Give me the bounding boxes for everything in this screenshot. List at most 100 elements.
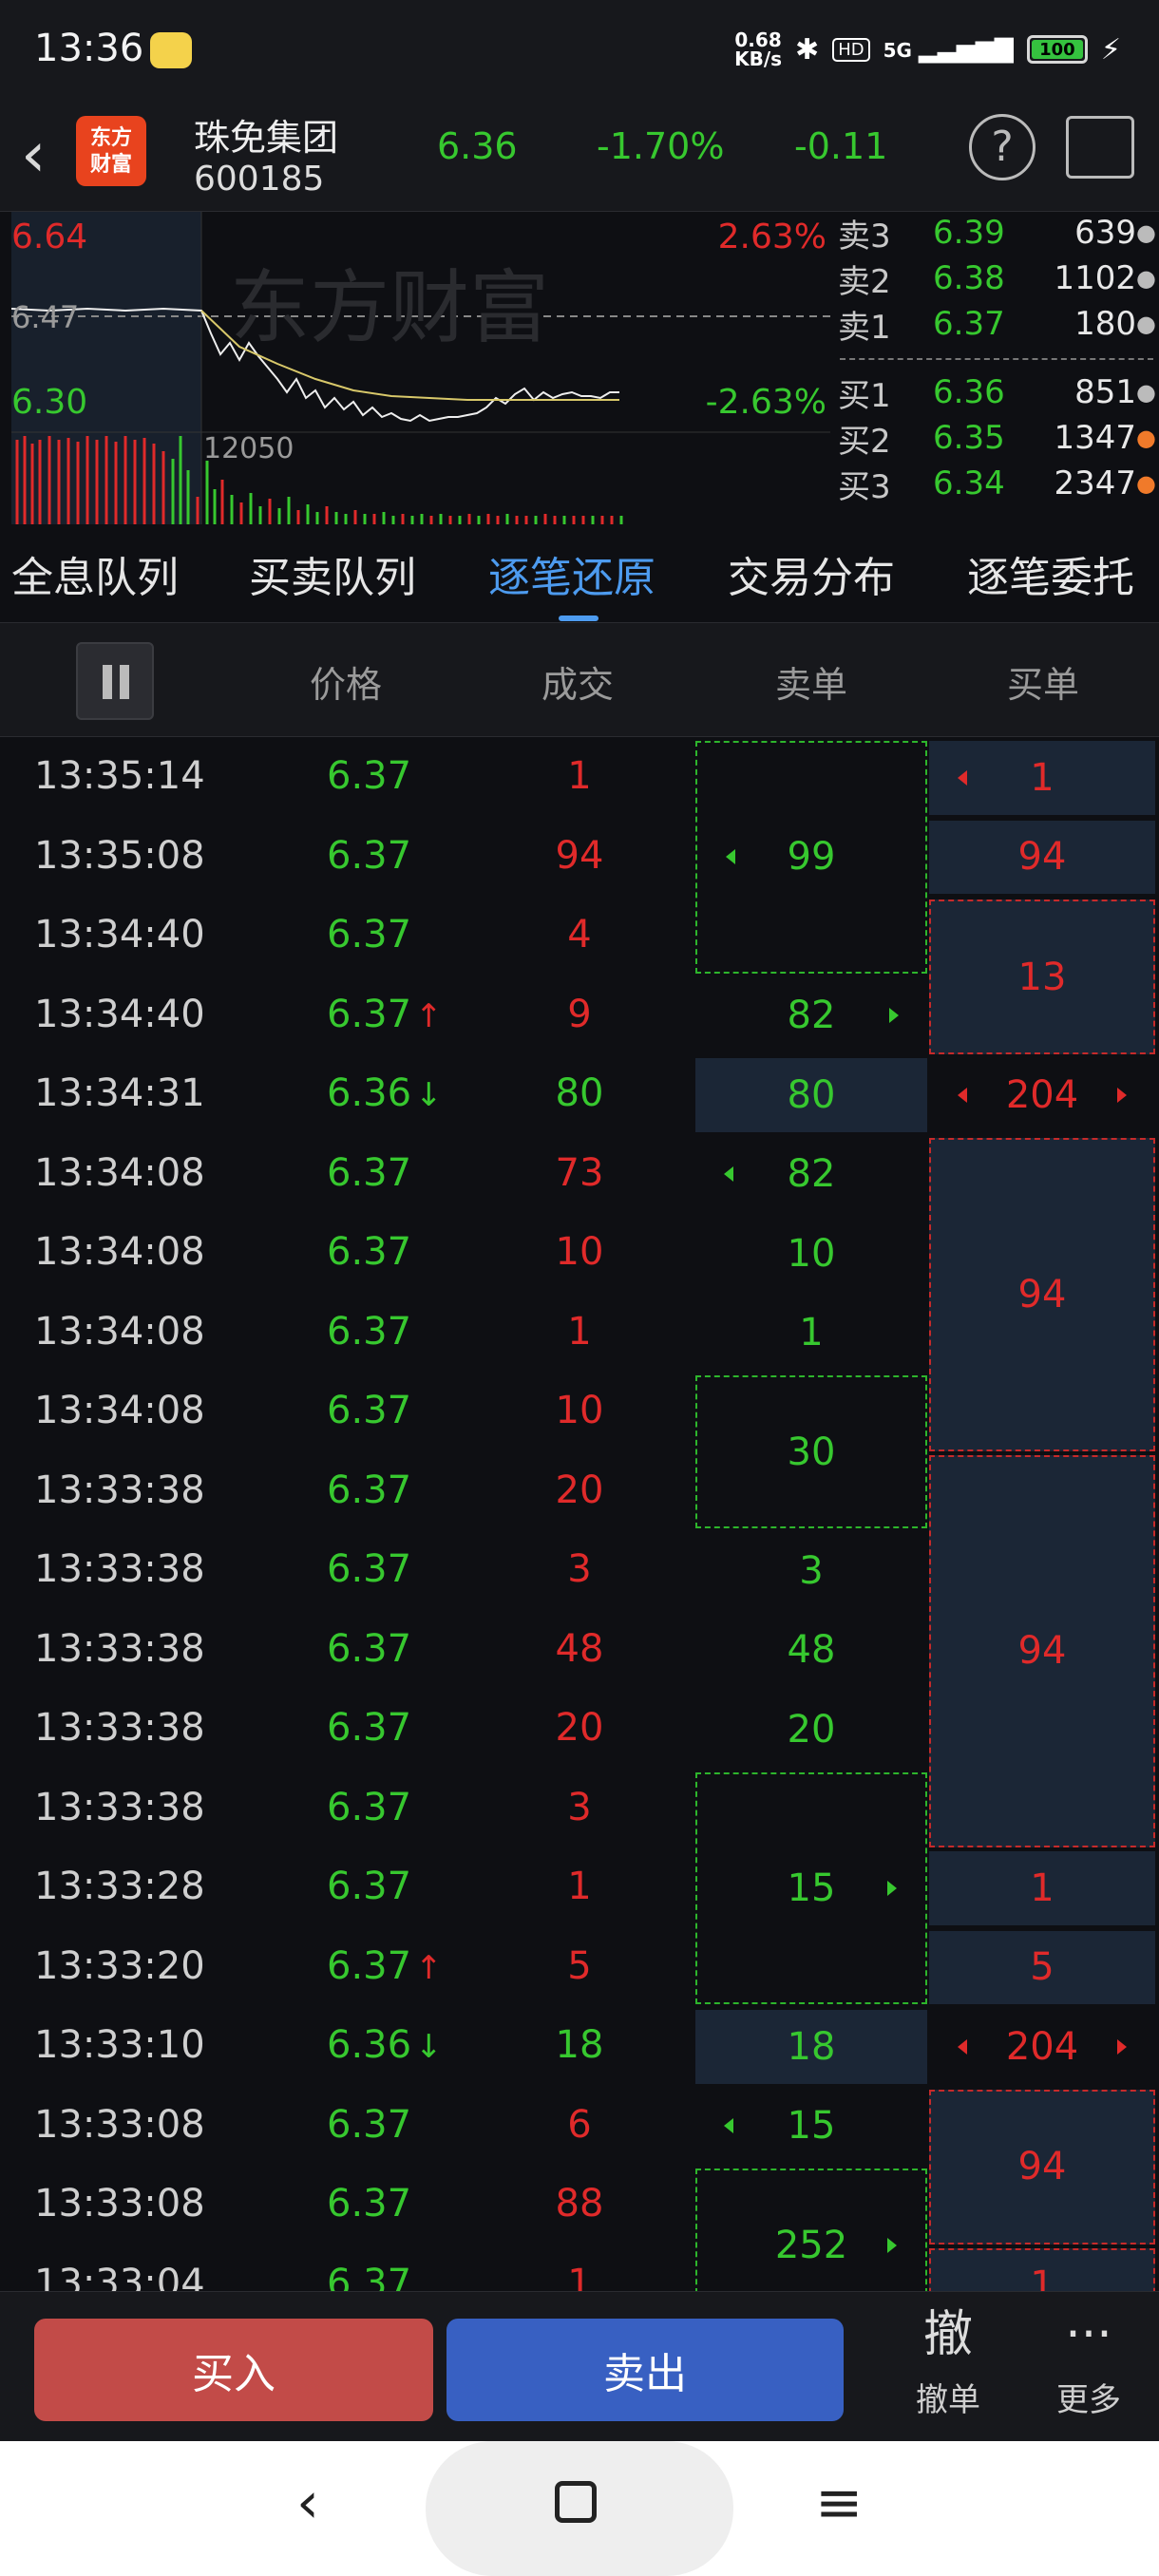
depth-price: 6.39: [933, 214, 1005, 252]
trade-row: 13:33:28 6.37 1: [0, 1847, 694, 1927]
sell-order-cell[interactable]: 15: [695, 2090, 927, 2164]
trade-volume: 4: [567, 913, 592, 957]
help-icon[interactable]: ?: [969, 114, 1036, 180]
buy-order-cell[interactable]: 204: [929, 2010, 1155, 2086]
triangle-left-icon: [958, 2038, 967, 2055]
depth-row[interactable]: 买1 6.36 851 ●: [838, 369, 1156, 415]
buy-order-cell[interactable]: 94: [929, 1137, 1155, 1451]
depth-price: 6.38: [933, 259, 1005, 297]
trade-price-value: 6.37: [327, 754, 412, 798]
trade-time: 13:33:04: [34, 2261, 205, 2292]
more-button[interactable]: ··· 更多: [1032, 2301, 1146, 2420]
order-book[interactable]: 卖3 6.39 639 ● 卖2 6.38 1102 ● 卖1 6.37 180 ● 买1 6.36 851…: [832, 212, 1159, 525]
status-bar: 13:36 0.68 KB/s ✱ HD 5G ▂▃▅▆▇ 100 ⚡: [0, 0, 1159, 104]
sell-order-value: 252: [774, 2223, 848, 2267]
sell-order-cell[interactable]: 252: [695, 2169, 927, 2291]
stock-code: 600185: [194, 160, 325, 199]
cancel-order-button[interactable]: 撤 撤单: [891, 2301, 1005, 2420]
buy-order-value: 204: [1005, 1072, 1079, 1117]
buy-order-value: 5: [1030, 1945, 1054, 1990]
buy-order-value: 1: [1030, 1866, 1054, 1910]
buy-order-cell[interactable]: 1: [929, 2247, 1155, 2291]
trade-time: 13:35:08: [34, 833, 205, 878]
sell-order-cell[interactable]: 82: [695, 1138, 927, 1212]
last-price: 6.36: [437, 125, 518, 167]
triangle-right-icon: [1117, 1087, 1127, 1103]
tab-3[interactable]: 交易分布: [728, 543, 895, 604]
change-percent: -1.70%: [597, 125, 725, 167]
depth-dot-icon: ●: [1136, 379, 1156, 406]
trade-time: 13:33:10: [34, 2023, 205, 2067]
triangle-right-icon: [889, 1008, 899, 1024]
trade-price: 6.37: [327, 1230, 411, 1274]
depth-row[interactable]: 卖2 6.38 1102 ●: [838, 256, 1156, 301]
trade-volume: 94: [555, 833, 604, 878]
action-bar: 买入 卖出 撤 撤单 ··· 更多: [0, 2291, 1159, 2441]
trade-price: 6.37: [327, 1310, 411, 1354]
buy-order-cell[interactable]: 1: [929, 741, 1155, 817]
sell-order-cell[interactable]: 20: [695, 1693, 927, 1767]
triangle-left-icon: [724, 2118, 733, 2134]
up-arrow-icon: ↑: [415, 1948, 443, 1987]
nav-back-icon[interactable]: ‹: [296, 2470, 319, 2536]
buy-button[interactable]: 买入: [34, 2319, 433, 2421]
sell-order-cell[interactable]: 10: [695, 1217, 927, 1291]
trade-time: 13:33:38: [34, 1706, 205, 1750]
buy-order-cell[interactable]: 94: [929, 820, 1155, 896]
sell-order-cell[interactable]: 1: [695, 1297, 927, 1371]
trade-row: 13:33:38 6.37 48: [0, 1610, 694, 1690]
triangle-left-icon: [958, 1087, 967, 1103]
depth-label: 买2: [838, 422, 891, 461]
tab-0[interactable]: 全息队列: [11, 543, 179, 604]
buy-order-cell[interactable]: 94: [929, 2089, 1155, 2245]
pause-icon[interactable]: [76, 642, 154, 720]
up-arrow-icon: ↑: [415, 996, 443, 1035]
depth-row[interactable]: 卖3 6.39 639 ●: [838, 210, 1156, 256]
buy-order-cell[interactable]: 13: [929, 900, 1155, 1054]
buy-order-cell[interactable]: 5: [929, 1930, 1155, 2006]
sell-order-cell[interactable]: 15: [695, 1771, 927, 2004]
buy-order-cell[interactable]: 204: [929, 1058, 1155, 1134]
depth-dot-icon: ●: [1136, 311, 1156, 337]
sell-order-cell[interactable]: 82: [695, 979, 927, 1053]
landscape-toggle-icon[interactable]: [1066, 116, 1134, 179]
sell-order-value: 30: [787, 1430, 836, 1474]
trade-price-value: 6.36: [327, 2023, 412, 2067]
trade-price: 6.37: [327, 1627, 411, 1671]
trade-time: 13:33:38: [34, 1626, 205, 1671]
sell-button[interactable]: 卖出: [446, 2319, 844, 2421]
sell-order-cell[interactable]: 99: [695, 741, 927, 974]
depth-row[interactable]: 买3 6.34 2347 ●: [838, 461, 1156, 506]
buy-order-value: 94: [1017, 2145, 1067, 2188]
sell-order-cell[interactable]: 80: [695, 1058, 927, 1132]
buy-order-value: 1: [1030, 2263, 1054, 2291]
trade-price-value: 6.37: [327, 1230, 412, 1274]
trade-time: 13:34:40: [34, 992, 205, 1036]
trade-row: 13:34:08 6.37 73: [0, 1134, 694, 1214]
tab-1[interactable]: 买卖队列: [249, 543, 416, 604]
depth-row[interactable]: 买2 6.35 1347 ●: [838, 415, 1156, 461]
network-type: 5G: [883, 39, 912, 62]
nav-menu-icon[interactable]: ≡: [815, 2470, 863, 2536]
tab-4[interactable]: 逐笔委托: [967, 543, 1134, 604]
sell-order-cell[interactable]: 3: [695, 1534, 927, 1608]
trade-price: 6.37: [327, 1151, 411, 1195]
buy-order-cell[interactable]: 1: [929, 1851, 1155, 1927]
sell-order-cell[interactable]: 30: [695, 1375, 927, 1528]
nav-home-icon[interactable]: [555, 2481, 597, 2523]
buy-order-cell[interactable]: 94: [929, 1454, 1155, 1847]
intraday-chart[interactable]: 东方财富 6.64 6.47 6.30 2.63% -2.63% 12050: [11, 212, 830, 525]
trade-row: 13:33:08 6.37 88: [0, 2165, 694, 2245]
trade-price-value: 6.37: [327, 1626, 412, 1671]
tick-list[interactable]: 13:35:14 6.37 1 13:35:08 6.37 94 13:34:40 6.37 4…: [0, 737, 1159, 2291]
trade-price-value: 6.37: [327, 2261, 412, 2292]
trade-time: 13:33:28: [34, 1865, 205, 1908]
sell-order-value: 15: [787, 2104, 836, 2149]
trade-volume: 18: [555, 2023, 604, 2067]
sell-order-cell[interactable]: 48: [695, 1614, 927, 1688]
back-icon[interactable]: ‹: [21, 122, 46, 188]
sell-order-cell[interactable]: 18: [695, 2010, 927, 2084]
net-speed-unit: KB/s: [734, 47, 783, 70]
tab-2[interactable]: 逐笔还原: [488, 543, 656, 604]
depth-row[interactable]: 卖1 6.37 180 ●: [838, 301, 1156, 347]
